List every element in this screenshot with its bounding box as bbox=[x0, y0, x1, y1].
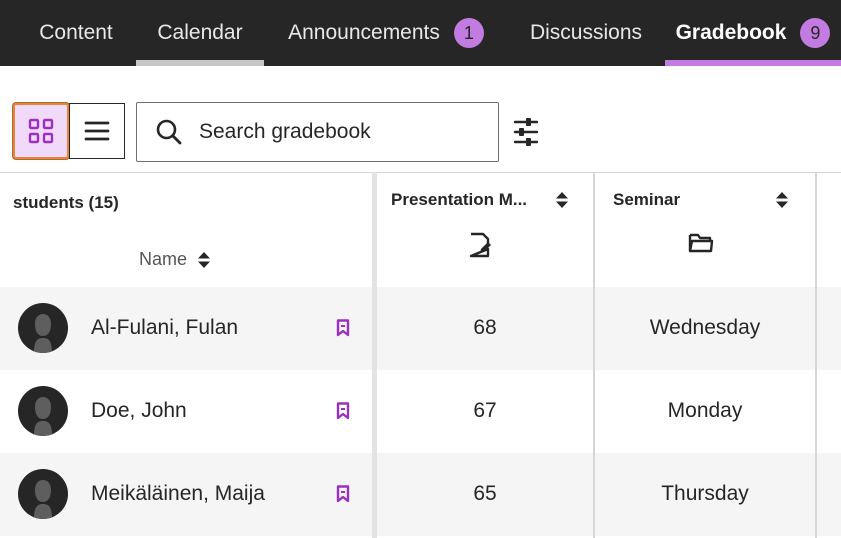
student-name[interactable]: Doe, John bbox=[91, 399, 187, 423]
tab-discussions-label: Discussions bbox=[529, 21, 643, 44]
grade-cell[interactable]: Monday bbox=[595, 399, 815, 423]
course-nav-bar: Content Calendar Announcements 1 Discuss… bbox=[0, 0, 841, 66]
list-icon bbox=[84, 121, 110, 141]
student-name[interactable]: Al-Fulani, Fulan bbox=[91, 316, 238, 340]
column-title: Seminar bbox=[613, 190, 681, 209]
table-row: Meikäläinen, Maija 65 Thursday bbox=[0, 453, 841, 536]
students-count-heading: students (15) bbox=[13, 193, 119, 212]
column-divider bbox=[815, 172, 817, 538]
frozen-column-divider bbox=[372, 172, 377, 538]
tab-gradebook[interactable]: Gradebook 9 bbox=[665, 0, 841, 66]
assignment-icon bbox=[469, 232, 491, 258]
grade-cell[interactable]: Thursday bbox=[595, 482, 815, 506]
table-row: Doe, John 67 Monday bbox=[0, 370, 841, 453]
grade-cell[interactable]: 65 bbox=[377, 482, 593, 506]
bookmark-icon[interactable] bbox=[336, 319, 350, 337]
grade-cell[interactable]: 68 bbox=[377, 316, 593, 340]
person-placeholder-icon bbox=[34, 480, 52, 519]
filter-button[interactable] bbox=[511, 115, 541, 149]
announcements-count-badge: 1 bbox=[453, 18, 484, 48]
tab-gradebook-label: Gradebook bbox=[675, 21, 787, 44]
sort-icon[interactable] bbox=[775, 191, 789, 209]
tab-calendar-label: Calendar bbox=[157, 21, 243, 44]
avatar bbox=[18, 303, 68, 353]
column-header-seminar[interactable]: Seminar bbox=[613, 190, 789, 280]
person-placeholder-icon bbox=[34, 314, 52, 353]
person-placeholder-icon bbox=[34, 397, 52, 436]
folder-icon bbox=[688, 233, 714, 253]
column-title: Presentation M... bbox=[391, 190, 528, 209]
tab-content-label: Content bbox=[39, 21, 113, 44]
student-name[interactable]: Meikäläinen, Maija bbox=[91, 482, 265, 506]
grade-cell[interactable]: Wednesday bbox=[595, 316, 815, 340]
bookmark-icon[interactable] bbox=[336, 402, 350, 420]
grade-cell[interactable]: 67 bbox=[377, 399, 593, 423]
tab-discussions[interactable]: Discussions bbox=[512, 0, 660, 66]
sort-icon[interactable] bbox=[555, 191, 569, 209]
filter-sliders-icon bbox=[513, 118, 539, 146]
search-icon bbox=[156, 119, 182, 145]
column-header-presentation[interactable]: Presentation M... bbox=[391, 190, 569, 280]
sort-icon bbox=[198, 251, 211, 268]
column-divider bbox=[593, 172, 595, 538]
grid-view-button[interactable] bbox=[13, 103, 69, 159]
table-row: Al-Fulani, Fulan 68 Wednesday bbox=[0, 287, 841, 370]
grid-icon bbox=[28, 118, 54, 144]
table-top-divider bbox=[0, 172, 841, 173]
search-box[interactable] bbox=[136, 102, 499, 162]
tab-announcements[interactable]: Announcements 1 bbox=[268, 0, 504, 66]
list-view-button[interactable] bbox=[69, 103, 125, 159]
tab-calendar[interactable]: Calendar bbox=[136, 0, 264, 66]
bookmark-icon[interactable] bbox=[336, 485, 350, 503]
tab-announcements-label: Announcements bbox=[288, 21, 440, 44]
tab-content[interactable]: Content bbox=[20, 0, 132, 66]
gradebook-count-badge: 9 bbox=[800, 18, 831, 48]
name-header-label: Name bbox=[139, 249, 188, 269]
avatar bbox=[18, 469, 68, 519]
name-sort-button[interactable]: Name bbox=[139, 249, 211, 270]
avatar bbox=[18, 386, 68, 436]
search-input[interactable] bbox=[199, 120, 479, 144]
